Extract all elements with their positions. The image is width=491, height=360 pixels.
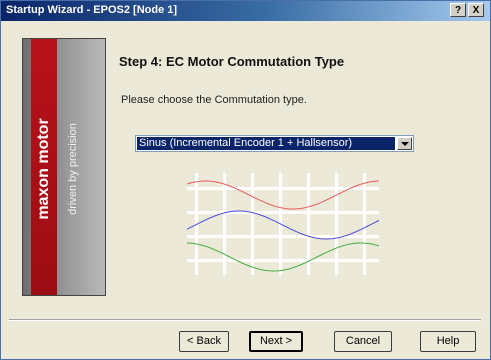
prompt-label: Please choose the Commutation type.	[121, 94, 307, 106]
maxon-sidebar-banner: maxon motor driven by precision	[22, 38, 106, 296]
footer-separator	[9, 319, 481, 321]
grid-line	[187, 235, 379, 238]
commutation-type-select[interactable]: Sinus (Incremental Encoder 1 + Hallsenso…	[135, 135, 414, 152]
chevron-down-icon	[401, 142, 409, 146]
dropdown-button[interactable]	[397, 137, 412, 150]
grid-line	[187, 211, 379, 214]
wizard-window: Startup Wizard - EPOS2 [Node 1] ? X maxo…	[0, 0, 491, 360]
commutation-sine-graphic	[187, 173, 379, 275]
grid-line	[187, 259, 379, 262]
next-button[interactable]: Next >	[249, 331, 303, 352]
title-bar[interactable]: Startup Wizard - EPOS2 [Node 1] ? X	[1, 1, 490, 21]
cancel-button[interactable]: Cancel	[334, 331, 392, 352]
window-title: Startup Wizard - EPOS2 [Node 1]	[6, 4, 178, 16]
title-help-button[interactable]: ?	[450, 3, 466, 17]
help-button[interactable]: Help	[420, 331, 476, 352]
close-button[interactable]: X	[468, 3, 484, 17]
brand-logo-text: maxon motor	[35, 118, 52, 220]
commutation-selected-value[interactable]: Sinus (Incremental Encoder 1 + Hallsenso…	[137, 137, 395, 150]
back-button[interactable]: < Back	[179, 331, 229, 352]
step-title: Step 4: EC Motor Commutation Type	[119, 54, 345, 69]
brand-tagline: driven by precision	[67, 123, 79, 215]
